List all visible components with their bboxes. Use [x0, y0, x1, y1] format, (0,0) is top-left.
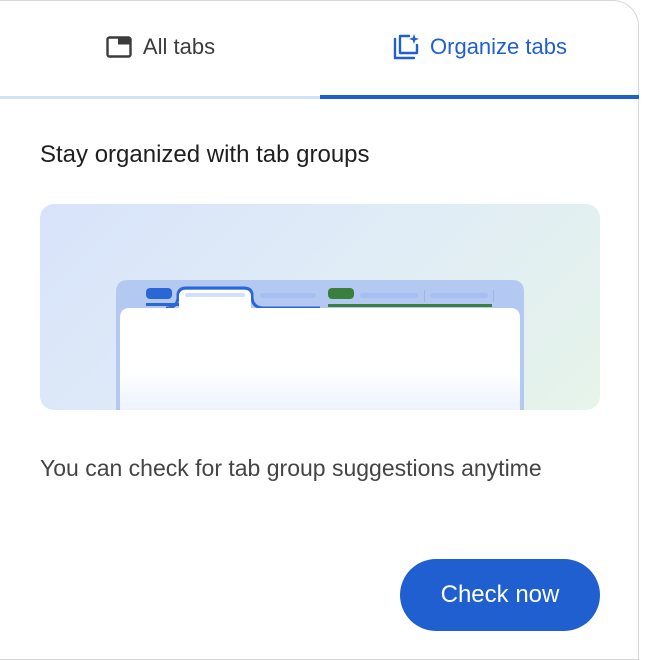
tab-organize-tabs-underline: [320, 95, 639, 99]
tab-organize-tabs[interactable]: Organize tabs: [320, 1, 639, 99]
organize-tabs-icon: [392, 33, 420, 61]
tab-bar: All tabs Organize tabs: [0, 1, 639, 99]
tab-search-panel: All tabs Organize tabs Stay organized wi…: [0, 0, 639, 660]
tab-organize-tabs-label: Organize tabs: [430, 34, 567, 59]
check-now-button[interactable]: Check now: [400, 559, 600, 631]
window-icon: [105, 33, 133, 61]
page-title: Stay organized with tab groups: [40, 141, 370, 168]
tab-all-tabs[interactable]: All tabs: [0, 1, 320, 99]
tab-all-tabs-underline: [0, 96, 320, 99]
tab-all-tabs-label: All tabs: [142, 34, 216, 59]
tab-groups-illustration: [40, 204, 600, 410]
description-text: You can check for tab group suggestions …: [40, 455, 542, 481]
